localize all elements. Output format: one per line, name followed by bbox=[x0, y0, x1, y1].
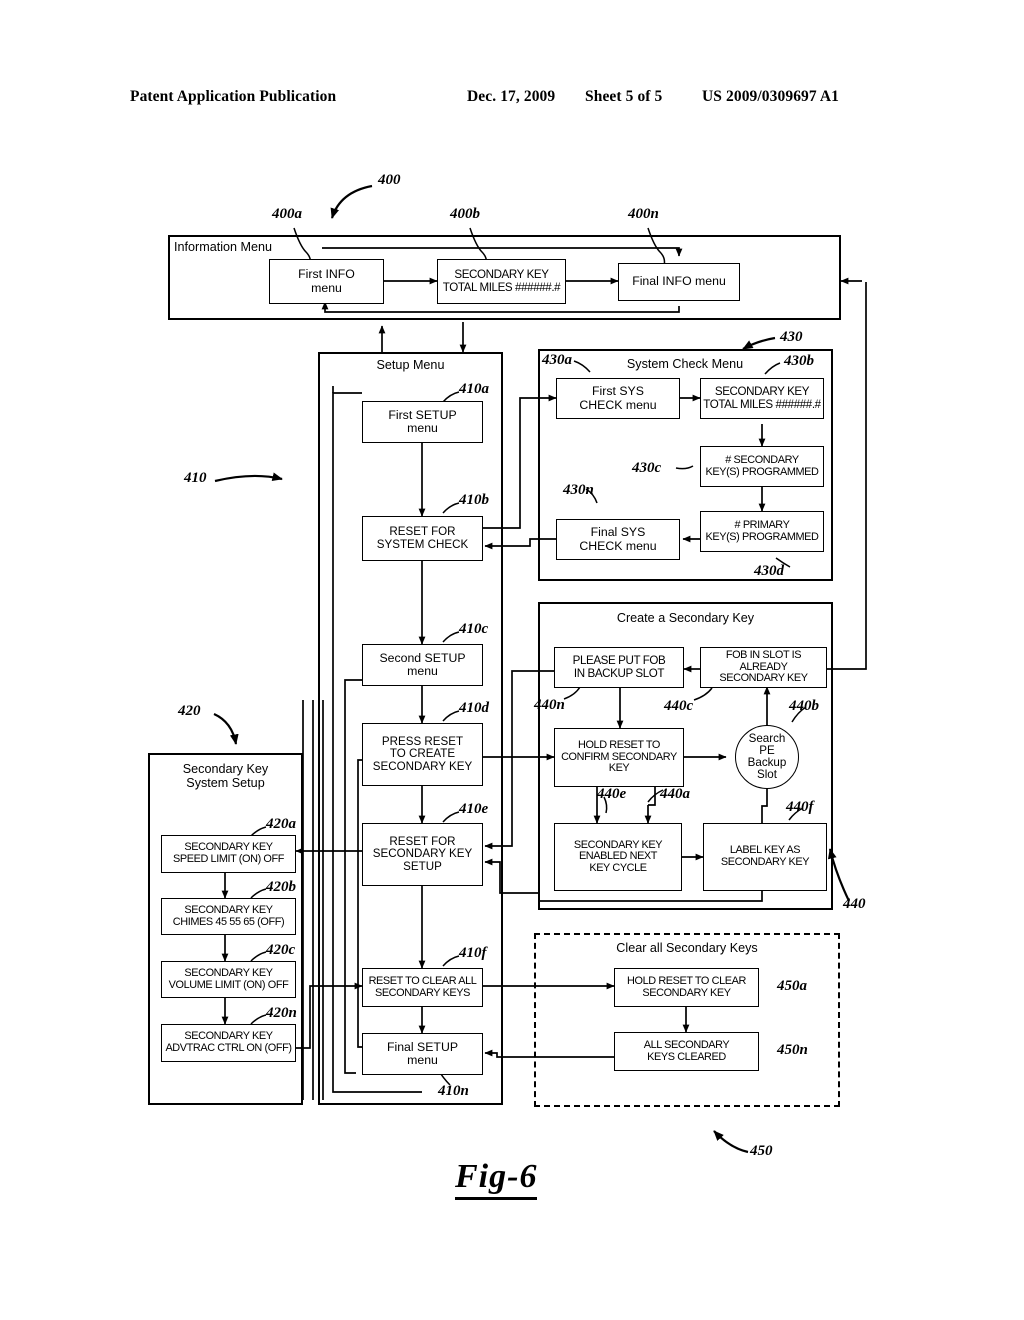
ref-430b: 430b bbox=[784, 353, 814, 369]
node-all-secondary-keys-cleared: ALL SECONDARY KEYS CLEARED bbox=[614, 1032, 759, 1071]
node-second-setup-menu: Second SETUP menu bbox=[362, 644, 483, 686]
node-label: Search PE Backup Slot bbox=[747, 731, 787, 782]
ref-430c: 430c bbox=[632, 460, 662, 476]
node-fob-in-slot-is-already-secondary-key: FOB IN SLOT IS ALREADY SECONDARY KEY bbox=[700, 647, 827, 688]
node-label: Final SYS CHECK menu bbox=[579, 525, 657, 553]
node-secondary-key-chimes: SECONDARY KEY CHIMES 45 55 65 (OFF) bbox=[161, 898, 296, 935]
ref-410e: 410e bbox=[459, 801, 489, 817]
patent-figure-page: Patent Application Publication Dec. 17, … bbox=[0, 0, 1024, 1320]
node-label: HOLD RESET TO CLEAR SECONDARY KEY bbox=[627, 974, 746, 999]
node-hold-reset-to-clear-secondary-key: HOLD RESET TO CLEAR SECONDARY KEY bbox=[614, 968, 759, 1007]
node-label: SECONDARY KEY CHIMES 45 55 65 (OFF) bbox=[172, 903, 285, 928]
connector-layer bbox=[213, 184, 867, 1154]
node-label: SECONDARY KEY VOLUME LIMIT (ON) OFF bbox=[168, 966, 289, 991]
node-label: ALL SECONDARY KEYS CLEARED bbox=[643, 1038, 730, 1063]
node-secondary-key-speed-limit: SECONDARY KEY SPEED LIMIT (ON) OFF bbox=[161, 835, 296, 873]
node-label: # SECONDARY KEY(S) PROGRAMMED bbox=[705, 453, 819, 478]
node-label: First INFO menu bbox=[298, 267, 355, 295]
node-label: PLEASE PUT FOB IN BACKUP SLOT bbox=[572, 654, 666, 680]
group-title-clear-all-secondary-keys: Clear all Secondary Keys bbox=[616, 941, 758, 955]
node-label: RESET TO CLEAR ALL SECONDARY KEYS bbox=[368, 974, 477, 999]
node-label: SECONDARY KEY TOTAL MILES ######.# bbox=[703, 385, 821, 411]
node-secondary-key-total-miles-syscheck: SECONDARY KEY TOTAL MILES ######.# bbox=[700, 378, 824, 419]
node-label: Second SETUP menu bbox=[379, 650, 466, 678]
group-title-secondary-key-system-setup: Secondary Key System Setup bbox=[182, 762, 269, 791]
node-label: RESET FOR SYSTEM CHECK bbox=[376, 525, 469, 551]
node-label: PRESS RESET TO CREATE SECONDARY KEY bbox=[372, 735, 473, 773]
ref-440n: 440n bbox=[534, 697, 565, 713]
ref-440b: 440b bbox=[789, 698, 819, 714]
node-search-pe-backup-slot: Search PE Backup Slot bbox=[735, 725, 799, 789]
node-first-sys-check-menu: First SYS CHECK menu bbox=[556, 378, 680, 419]
node-label: FOB IN SLOT IS ALREADY SECONDARY KEY bbox=[719, 649, 808, 685]
node-reset-for-secondary-key-setup: RESET FOR SECONDARY KEY SETUP bbox=[362, 823, 483, 886]
node-secondary-key-advtrac: SECONDARY KEY ADVTRAC CTRL ON (OFF) bbox=[161, 1024, 296, 1062]
ref-450: 450 bbox=[750, 1143, 773, 1159]
node-final-info-menu: Final INFO menu bbox=[618, 263, 740, 301]
group-title-system-check-menu: System Check Menu bbox=[626, 357, 744, 371]
node-primary-keys-programmed: # PRIMARY KEY(S) PROGRAMMED bbox=[700, 511, 824, 552]
node-secondary-keys-programmed: # SECONDARY KEY(S) PROGRAMMED bbox=[700, 446, 824, 487]
ref-420a: 420a bbox=[266, 816, 296, 832]
node-press-reset-to-create-secondary-key: PRESS RESET TO CREATE SECONDARY KEY bbox=[362, 723, 483, 786]
node-reset-to-clear-all-secondary-keys: RESET TO CLEAR ALL SECONDARY KEYS bbox=[362, 968, 483, 1007]
ref-450n: 450n bbox=[777, 1042, 808, 1058]
node-label: SECONDARY KEY TOTAL MILES ######.# bbox=[442, 268, 561, 294]
ref-440f: 440f bbox=[786, 799, 814, 815]
node-final-sys-check-menu: Final SYS CHECK menu bbox=[556, 519, 680, 560]
node-label: RESET FOR SECONDARY KEY SETUP bbox=[372, 835, 473, 873]
ref-430n: 430n bbox=[563, 482, 594, 498]
ref-420c: 420c bbox=[266, 942, 296, 958]
group-clear-all-secondary-keys bbox=[534, 933, 840, 1107]
ref-410c: 410c bbox=[459, 621, 489, 637]
node-first-info-menu: First INFO menu bbox=[269, 259, 384, 304]
node-label: # PRIMARY KEY(S) PROGRAMMED bbox=[705, 518, 819, 543]
ref-420n: 420n bbox=[266, 1005, 297, 1021]
group-title-create-secondary-key: Create a Secondary Key bbox=[616, 611, 755, 625]
node-label: LABEL KEY AS SECONDARY KEY bbox=[720, 844, 810, 868]
ref-440c: 440c bbox=[664, 698, 694, 714]
node-label: First SYS CHECK menu bbox=[579, 384, 657, 412]
ref-410n: 410n bbox=[438, 1083, 469, 1099]
ref-410a: 410a bbox=[459, 381, 489, 397]
ref-410b: 410b bbox=[459, 492, 489, 508]
node-label: First SETUP menu bbox=[388, 407, 457, 435]
ref-440a: 440a bbox=[660, 786, 690, 802]
node-label: SECONDARY KEY ENABLED NEXT KEY CYCLE bbox=[573, 838, 663, 874]
ref-410f: 410f bbox=[459, 945, 487, 961]
node-please-put-fob-in-backup-slot: PLEASE PUT FOB IN BACKUP SLOT bbox=[554, 647, 684, 688]
ref-410d: 410d bbox=[459, 700, 489, 716]
node-label: Final INFO menu bbox=[632, 274, 726, 289]
ref-450a: 450a bbox=[777, 978, 807, 994]
ref-400a: 400a bbox=[272, 206, 302, 222]
ref-430a: 430a bbox=[542, 352, 572, 368]
ref-400b: 400b bbox=[450, 206, 480, 222]
node-label: HOLD RESET TO CONFIRM SECONDARY KEY bbox=[561, 739, 677, 775]
node-hold-reset-to-confirm-secondary-key: HOLD RESET TO CONFIRM SECONDARY KEY bbox=[554, 728, 684, 787]
group-title-information-menu: Information Menu bbox=[174, 240, 273, 254]
ref-430d: 430d bbox=[754, 563, 784, 579]
group-title-setup-menu: Setup Menu bbox=[376, 358, 445, 372]
ref-430: 430 bbox=[780, 329, 803, 345]
ref-420: 420 bbox=[178, 703, 201, 719]
ref-410: 410 bbox=[184, 470, 207, 486]
node-first-setup-menu: First SETUP menu bbox=[362, 401, 483, 443]
ref-440: 440 bbox=[843, 896, 866, 912]
ref-440e: 440e bbox=[597, 786, 627, 802]
node-secondary-key-volume-limit: SECONDARY KEY VOLUME LIMIT (ON) OFF bbox=[161, 961, 296, 998]
figure-caption: Fig-6 bbox=[455, 1158, 538, 1200]
node-secondary-key-enabled-next-key-cycle: SECONDARY KEY ENABLED NEXT KEY CYCLE bbox=[554, 823, 682, 891]
ref-400: 400 bbox=[378, 172, 401, 188]
node-secondary-key-total-miles-info: SECONDARY KEY TOTAL MILES ######.# bbox=[437, 259, 566, 304]
node-label: Final SETUP menu bbox=[386, 1039, 459, 1067]
node-label: SECONDARY KEY ADVTRAC CTRL ON (OFF) bbox=[165, 1030, 292, 1054]
ref-420b: 420b bbox=[266, 879, 296, 895]
node-label-key-as-secondary-key: LABEL KEY AS SECONDARY KEY bbox=[703, 823, 827, 891]
node-final-setup-menu: Final SETUP menu bbox=[362, 1033, 483, 1075]
node-reset-for-system-check: RESET FOR SYSTEM CHECK bbox=[362, 516, 483, 561]
ref-400n: 400n bbox=[628, 206, 659, 222]
node-label: SECONDARY KEY SPEED LIMIT (ON) OFF bbox=[173, 841, 284, 865]
